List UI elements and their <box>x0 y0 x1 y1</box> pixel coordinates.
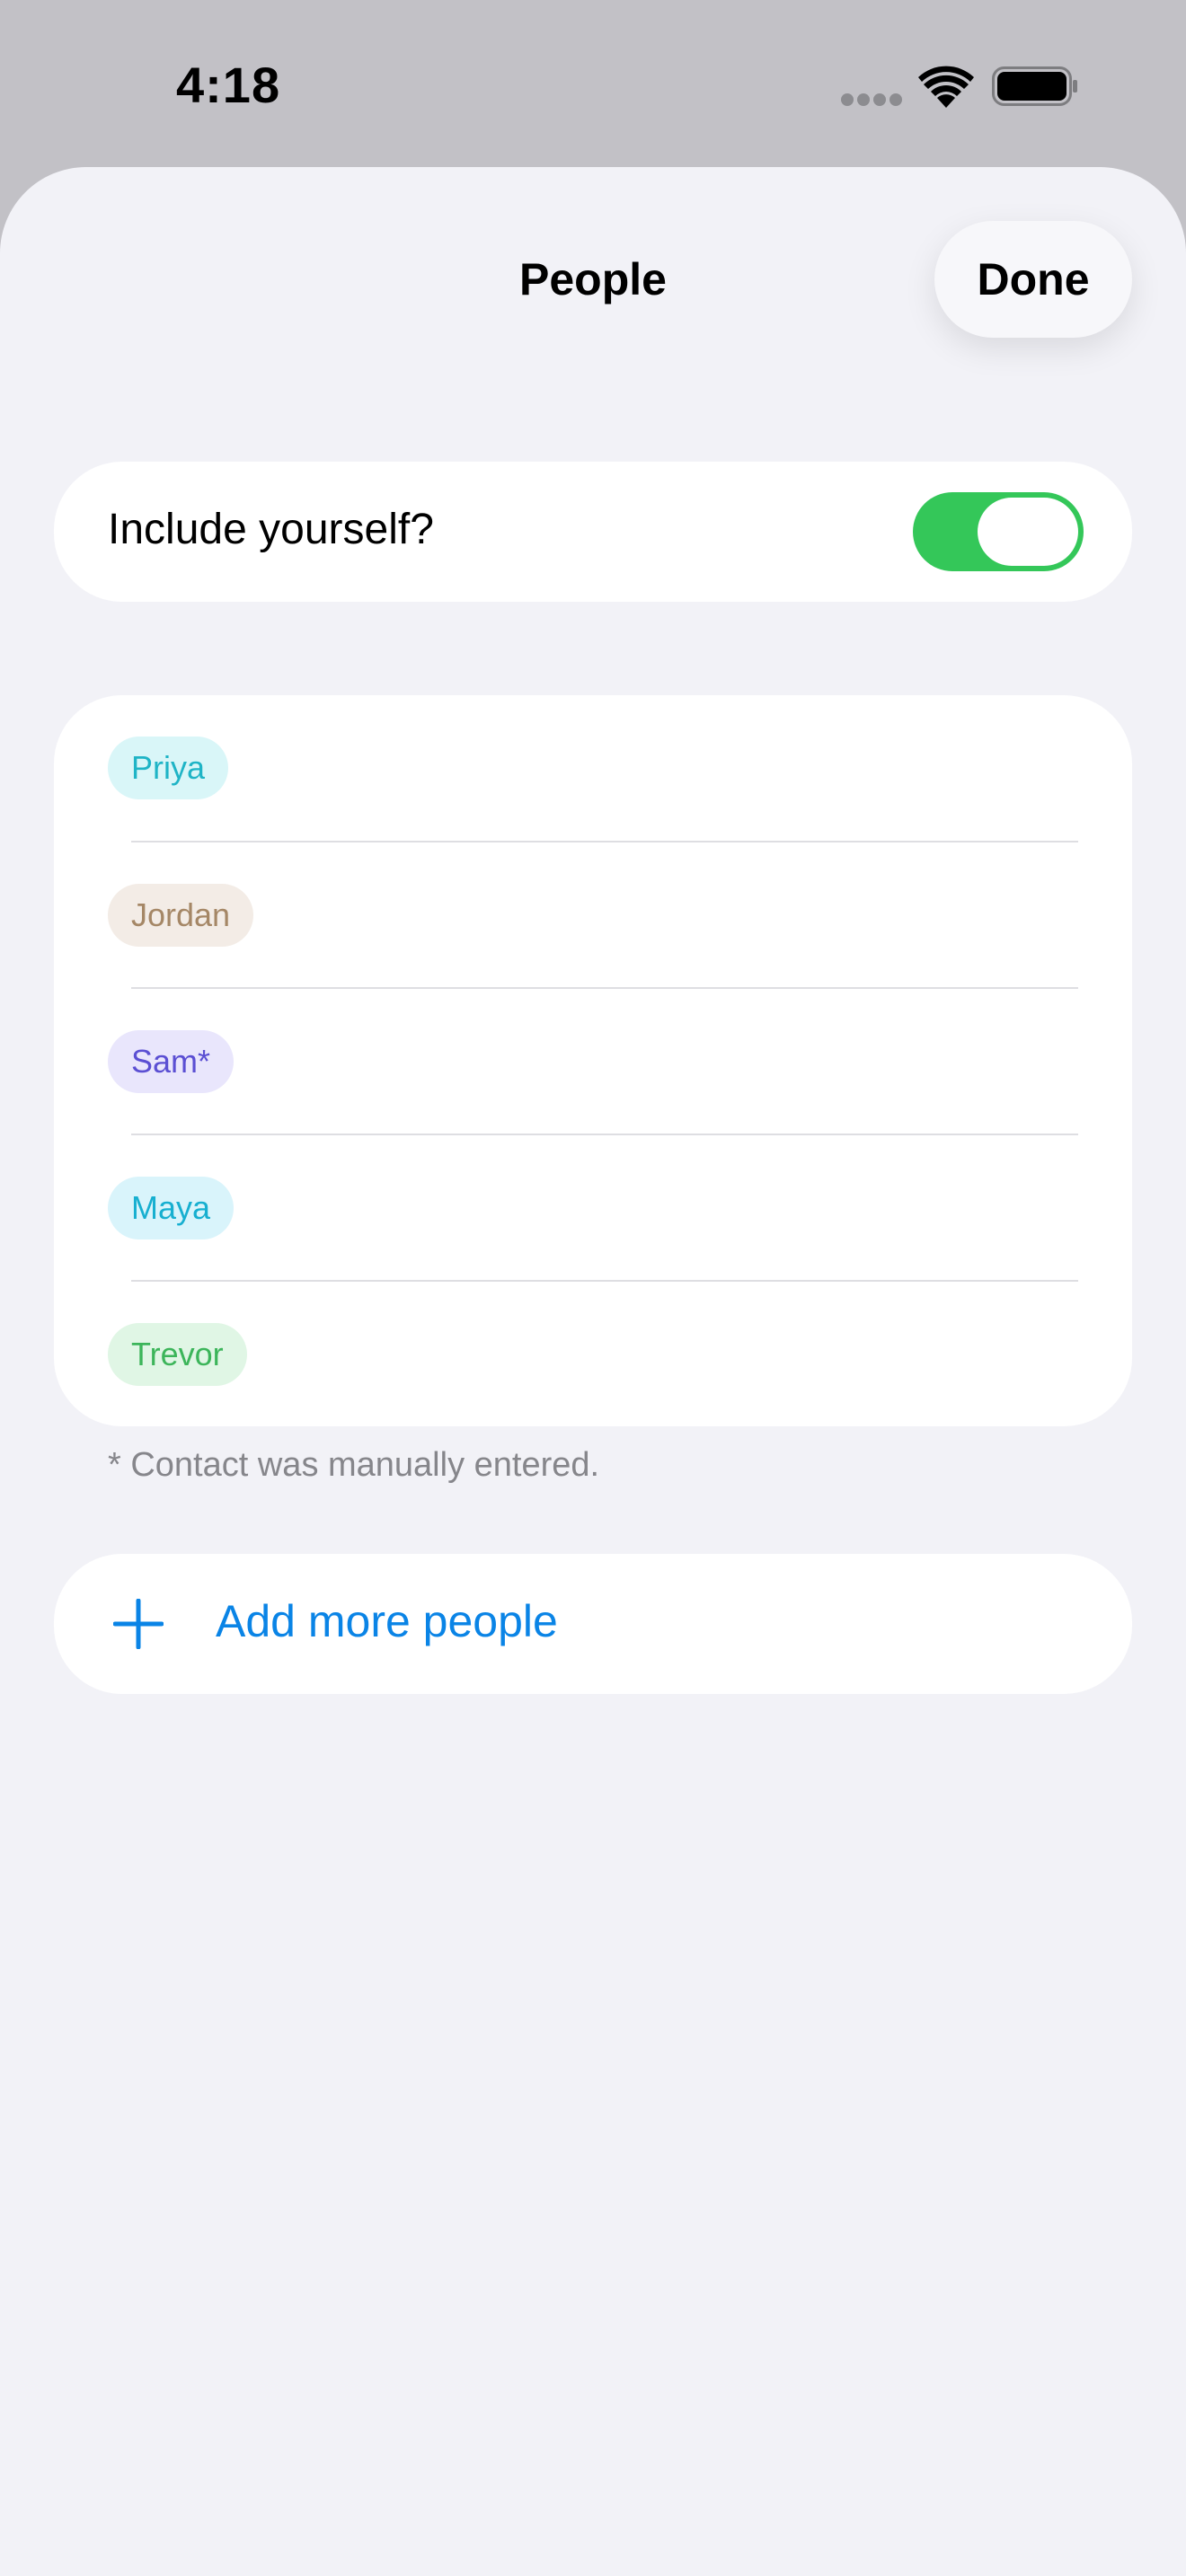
include-yourself-toggle[interactable] <box>913 492 1084 571</box>
person-chip: Trevor <box>108 1323 247 1386</box>
battery-icon <box>992 66 1077 106</box>
status-time: 4:18 <box>176 57 281 113</box>
person-chip: Priya <box>108 737 229 799</box>
wifi-icon <box>918 66 974 108</box>
list-item[interactable]: Priya <box>54 695 1132 841</box>
list-item[interactable]: Jordan <box>54 842 1132 988</box>
people-sheet: People Done Include yourself? Priya Jord… <box>0 167 1186 2576</box>
manual-entry-footnote: * Contact was manually entered. <box>108 1446 600 1484</box>
people-list: Priya Jordan Sam* Maya Trevor <box>54 695 1132 1426</box>
plus-icon <box>113 1599 164 1649</box>
cellular-signal-icon <box>841 93 902 106</box>
list-item[interactable]: Maya <box>54 1135 1132 1281</box>
done-button[interactable]: Done <box>934 221 1132 338</box>
person-chip: Maya <box>108 1177 235 1239</box>
add-more-people-label: Add more people <box>216 1596 558 1646</box>
list-item[interactable]: Sam* <box>54 989 1132 1134</box>
list-item[interactable]: Trevor <box>54 1282 1132 1427</box>
include-yourself-row: Include yourself? <box>54 462 1132 602</box>
person-chip: Jordan <box>108 884 254 947</box>
add-more-people-button[interactable]: Add more people <box>54 1554 1132 1694</box>
status-bar: 4:18 <box>0 0 1186 167</box>
person-chip: Sam* <box>108 1030 235 1093</box>
toggle-knob <box>978 498 1078 566</box>
include-yourself-label: Include yourself? <box>108 506 434 553</box>
